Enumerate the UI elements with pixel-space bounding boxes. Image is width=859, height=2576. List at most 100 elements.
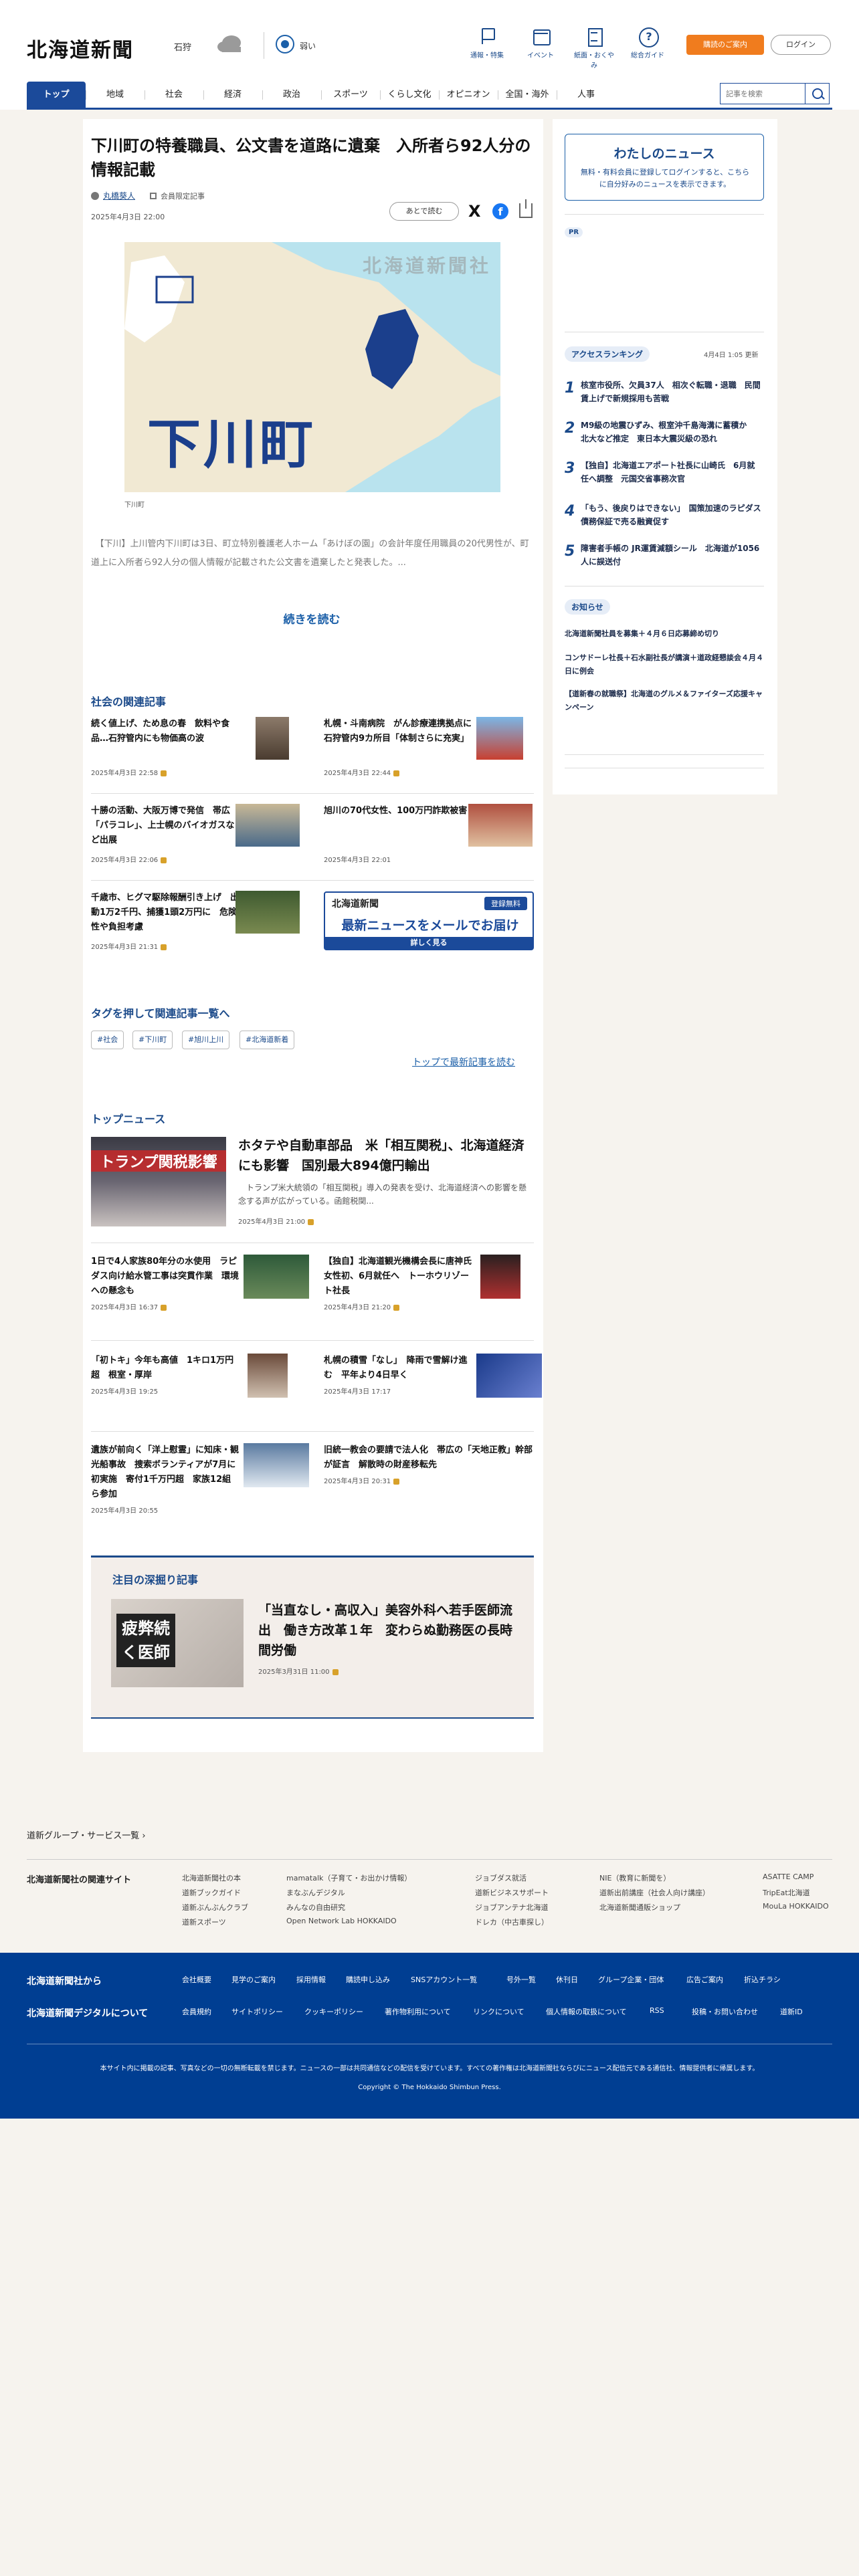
nav-guide[interactable]: 総合ガイド: [625, 27, 670, 60]
nav-event[interactable]: イベント: [518, 27, 563, 60]
footer-link[interactable]: 道新ID: [780, 2006, 803, 2017]
footer-link[interactable]: 号外一覧: [506, 1974, 536, 1985]
top-news-item[interactable]: 1日で4人家族80年分の水使用 ラピダス向け給水管工事は突貫作業 環境への懸念も…: [91, 1255, 309, 1328]
related-site-link[interactable]: ASATTE CAMP: [763, 1872, 814, 1881]
email-newsletter-banner[interactable]: 北海道新聞 登録無料 最新ニュースをメールでお届け 詳しく見る: [324, 891, 534, 950]
footer-link[interactable]: 投稿・お問い合わせ: [692, 2006, 758, 2017]
related-item[interactable]: 千歳市、ヒグマ駆除報酬引き上げ 出動1万2千円、捕獲1頭2万円に 危険性や負担考…: [91, 891, 309, 959]
weather-city[interactable]: 石狩: [174, 40, 191, 53]
rank-number: 1: [565, 380, 575, 397]
related-site-link[interactable]: 北海道新聞通販ショップ: [599, 1902, 680, 1913]
footer-link[interactable]: 会社概要: [182, 1974, 211, 1985]
subscribe-button[interactable]: 購読のご案内: [686, 35, 764, 55]
my-news-box[interactable]: わたしのニュース 無料・有料会員に登録してログインすると、こちらに自分好みのニュ…: [565, 134, 764, 201]
notice-item[interactable]: 北海道新聞社員を募集＋４月６日応募締め切り: [565, 627, 764, 641]
latest-articles-link[interactable]: トップで最新記事を読む: [412, 1055, 515, 1069]
footer-link[interactable]: 広告ご案内: [686, 1974, 723, 1985]
group-services-link[interactable]: 道新グループ・サービス一覧 ›: [27, 1828, 146, 1841]
footer-link[interactable]: 購読申し込み: [346, 1974, 390, 1985]
related-site-link[interactable]: 道新ブックガイド: [182, 1887, 241, 1898]
tab-society[interactable]: 社会: [145, 82, 203, 108]
read-more-link[interactable]: 続きを読む: [91, 610, 533, 627]
banner-more-button[interactable]: 詳しく見る: [325, 937, 533, 949]
tab-region[interactable]: 地域: [86, 82, 145, 108]
ranking-title[interactable]: アクセスランキング: [565, 346, 650, 362]
footer-link[interactable]: 会員規約: [182, 2006, 211, 2017]
related-site-link[interactable]: みんなの自由研究: [286, 1902, 345, 1913]
related-site-link[interactable]: まなぶんデジタル: [286, 1887, 345, 1898]
footer-link[interactable]: 個人情報の取扱について: [546, 2006, 627, 2017]
tab-personnel[interactable]: 人事: [557, 82, 615, 108]
footer-link[interactable]: RSS: [650, 2006, 664, 2015]
notice-title[interactable]: お知らせ: [565, 599, 610, 615]
footer-link[interactable]: 見学のご案内: [231, 1974, 276, 1985]
rank-number: 2: [565, 420, 575, 437]
top-news-item[interactable]: 【独自】北海道観光機構会長に唐神氏 女性初、6月就任へ トーホウリゾート社長 20…: [324, 1255, 542, 1328]
footer-link[interactable]: グループ企業・団体: [598, 1974, 664, 1985]
tab-politics[interactable]: 政治: [262, 82, 321, 108]
tab-economy[interactable]: 経済: [203, 82, 262, 108]
divider: [565, 754, 764, 755]
footer-link[interactable]: 採用情報: [296, 1974, 326, 1985]
footer-link[interactable]: クッキーポリシー: [304, 2006, 363, 2017]
related-site-link[interactable]: ドレカ（中古車探し）: [475, 1917, 549, 1927]
nav-tsuho[interactable]: 通報・特集: [464, 27, 510, 60]
footer-link[interactable]: 折込チラシ: [744, 1974, 781, 1985]
login-button[interactable]: ログイン: [771, 35, 831, 55]
search-icon[interactable]: [805, 83, 830, 104]
related-site-link[interactable]: Open Network Lab HOKKAIDO: [286, 1917, 397, 1925]
ranking-item[interactable]: 2 M9級の地震ひずみ、根室沖千島海溝に蓄積か 北大など推定 東日本大震災級の恐れ: [565, 417, 764, 449]
tab-sports[interactable]: スポーツ: [321, 82, 380, 108]
tag-chip[interactable]: #下川町: [132, 1031, 173, 1049]
tab-culture[interactable]: くらし文化: [380, 82, 439, 108]
top-news-image[interactable]: トランプ関税影響: [91, 1137, 226, 1226]
footer-link[interactable]: 著作物利用について: [385, 2006, 451, 2017]
top-news-item[interactable]: 遺族が前向く「洋上慰霊」に知床・観光船事故 捜索ボランティアが7月に初実施 寄付…: [91, 1443, 309, 1537]
related-site-link[interactable]: ジョブアンテナ北海道: [475, 1902, 549, 1913]
related-item[interactable]: 旭川の70代女性、100万円詐欺被害 2025年4月3日 22:01: [324, 804, 542, 872]
tag-chip[interactable]: #旭川上川: [182, 1031, 230, 1049]
related-site-link[interactable]: 道新スポーツ: [182, 1917, 226, 1927]
notice-item[interactable]: 【道新春の就職祭】北海道のグルメ＆ファイターズ応援キャンペーン: [565, 687, 764, 714]
x-share-icon[interactable]: X: [468, 203, 481, 219]
top-news-item[interactable]: 旧統一教会の要請で法人化 帯広の「天地正教」幹部が証言 解散時の財産移転先 202…: [324, 1443, 542, 1507]
tab-world[interactable]: 全国・海外: [498, 82, 557, 108]
related-site-link[interactable]: 道新ビジネスサポート: [475, 1887, 549, 1898]
nav-shimen[interactable]: 紙面・おくやみ: [571, 27, 617, 70]
tag-chip[interactable]: #北海道新着: [240, 1031, 295, 1049]
search-input[interactable]: [720, 83, 805, 104]
facebook-share-icon[interactable]: f: [492, 203, 508, 219]
tab-opinion[interactable]: オピニオン: [439, 82, 498, 108]
related-site-link[interactable]: 道新ぶんぶんクラブ: [182, 1902, 248, 1913]
footer-link[interactable]: SNSアカウント一覧: [411, 1974, 477, 1985]
nav-label: 紙面・おくやみ: [574, 52, 614, 70]
ranking-item[interactable]: 3 【独自】北海道エアポート社長に山崎氏 6月就任へ調整 元国交省事務次官: [565, 457, 764, 490]
related-site-link[interactable]: NIE（教育に新聞を）: [599, 1872, 670, 1883]
related-item[interactable]: 札幌・斗南病院 がん診療連携拠点に 石狩管内9カ所目「体制さらに充実」 2025年…: [324, 717, 542, 785]
top-news-headline[interactable]: ホタテや自動車部品 米「相互関税」、北海道経済にも影響 国別最大894億円輸出: [238, 1136, 534, 1176]
tab-top[interactable]: トップ: [27, 82, 86, 108]
related-site-link[interactable]: TripEat北海道: [763, 1887, 810, 1898]
footer-link[interactable]: 休刊日: [556, 1974, 578, 1985]
related-item[interactable]: 十勝の活動、大阪万博で発信 帯広「パラコレ」、上士幌のバイオガスなど出展 2025…: [91, 804, 309, 872]
related-site-link[interactable]: 北海道新聞社の本: [182, 1872, 241, 1883]
tag-chip[interactable]: #社会: [91, 1031, 124, 1049]
ranking-item[interactable]: 1 核室市役所、欠員37人 相次ぐ転職・退職 民間賃上げで新規採用も苦戦: [565, 377, 764, 409]
share-icon[interactable]: [519, 199, 533, 218]
related-site-link[interactable]: 道新出前講座（社会人向け講座）: [599, 1887, 710, 1898]
read-later-button[interactable]: あとで読む: [389, 202, 459, 221]
related-site-link[interactable]: MouLa HOKKAIDO: [763, 1902, 829, 1911]
footer-link[interactable]: サイトポリシー: [231, 2006, 283, 2017]
author-link[interactable]: 丸橋葵人: [103, 190, 135, 201]
site-logo[interactable]: 北海道新聞: [27, 33, 134, 63]
top-news-item[interactable]: 「初トキ」今年も高値 1キロ1万円超 根室・厚岸 2025年4月3日 19:25: [91, 1354, 309, 1418]
notice-item[interactable]: コンサドーレ社長＋石水副社長が講演＋道政経懇談会４月４日に例会: [565, 651, 764, 678]
related-item[interactable]: 続く値上げ、ため息の春 飲料や食品…石狩管内にも物価高の波 2025年4月3日 2…: [91, 717, 309, 785]
featured-deepdive[interactable]: 注目の深掘り記事 疲弊続く医師 「当直なし・高収入」美容外科へ若手医師流出 働き…: [91, 1555, 534, 1719]
related-site-link[interactable]: mamatalk（子育て・お出かけ情報）: [286, 1872, 411, 1883]
footer-link[interactable]: リンクについて: [473, 2006, 524, 2017]
top-news-item[interactable]: 札幌の積雪「なし」 降雨で雪解け進む 平年より4日早く 2025年4月3日 17:…: [324, 1354, 542, 1418]
related-site-link[interactable]: ジョブダス就活: [475, 1872, 527, 1883]
ranking-item[interactable]: 4 「もう、後戻りはできない」 国策加速のラピダス 債務保証で売る融資促す: [565, 500, 769, 532]
ranking-item[interactable]: 5 障害者手帳の JR運賃減額シール 北海道が1056人に誤送付: [565, 540, 764, 572]
